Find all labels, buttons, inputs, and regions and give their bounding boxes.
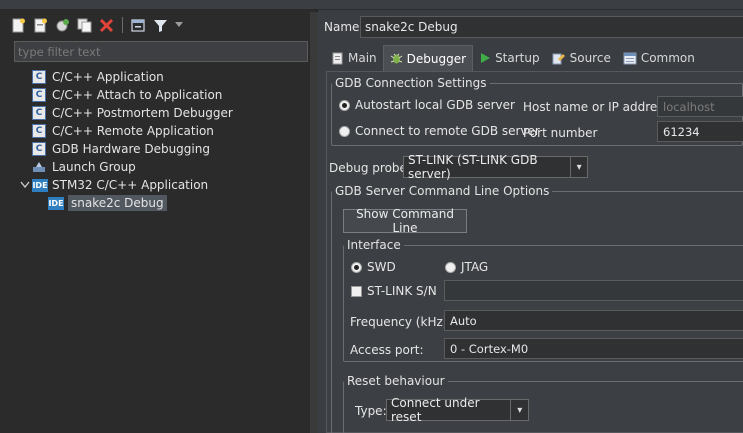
checkbox-indicator[interactable] [351,285,362,297]
group-legend: Reset behaviour [347,374,445,388]
collapse-all-icon[interactable] [130,17,147,34]
common-icon [623,52,637,64]
tree-item-label-selected: snake2c Debug [68,195,167,211]
tree-item-label: STM32 C/C++ Application [52,178,209,192]
checkbox-label: ST-LINK S/N [367,284,437,298]
chevron-down-icon[interactable]: ▾ [570,157,587,177]
tab-label: Main [348,51,377,65]
tree-item-cpp-attach[interactable]: C C/C++ Attach to Application [18,86,233,104]
group-legend: GDB Connection Settings [335,76,487,90]
launch-group-icon [32,160,46,174]
radio-indicator[interactable] [339,125,350,137]
new-prototype-icon[interactable] [32,17,49,34]
filter-icon[interactable] [152,17,169,34]
tree-item-label: C/C++ Remote Application [52,124,214,138]
tab-label: Common [640,51,695,65]
connect-remote-radio[interactable]: Connect to remote GDB server [339,124,540,138]
debugger-tab-content: GDB Connection Settings Autostart local … [326,71,743,433]
tree-item-label: C/C++ Application [52,70,164,84]
radio-label: JTAG [461,260,489,274]
duplicate-config-icon[interactable] [76,17,93,34]
frequency-field[interactable]: Auto [444,310,743,331]
reset-type-select[interactable]: Connect under reset ▾ [386,396,529,424]
radio-label: SWD [367,260,396,274]
source-icon [552,53,565,64]
filter-menu-chevron-icon[interactable] [174,17,184,34]
stlink-sn-field[interactable] [444,280,743,301]
radio-label: Connect to remote GDB server [355,124,540,138]
tree-item-cpp-remote[interactable]: C C/C++ Remote Application [18,122,233,140]
radio-indicator[interactable] [339,99,350,111]
delete-config-icon[interactable] [98,17,115,34]
left-pane-top-edge [0,0,318,10]
tab-label: Startup [495,51,540,65]
access-port-field[interactable]: 0 - Cortex-M0 [444,338,743,359]
group-legend: Interface [347,238,401,252]
toolbar-separator [122,17,123,33]
c-config-icon: C [32,142,46,156]
radio-indicator[interactable] [351,261,362,273]
frequency-label: Frequency (kHz): [350,315,452,329]
host-label: Host name or IP address [523,100,670,114]
export-config-icon[interactable] [54,17,71,34]
filter-input[interactable] [14,41,308,62]
tab-debugger[interactable]: Debugger [382,45,474,71]
chevron-down-icon[interactable]: ▾ [510,400,528,420]
launch-config-tree: C C/C++ Application C C/C++ Attach to Ap… [18,68,233,212]
show-command-line-button[interactable]: Show Command Line [343,207,467,235]
reset-type-label: Type: [355,404,387,418]
jtag-radio[interactable]: JTAG [445,260,488,274]
tree-item-label: C/C++ Attach to Application [52,88,223,102]
tab-label: Debugger [406,51,467,66]
ide-icon: IDE [48,196,64,210]
main-tab-icon [332,52,343,64]
chevron-down-icon[interactable] [18,176,32,194]
name-field[interactable] [360,16,743,38]
access-port-label: Access port: [350,343,424,357]
radio-label: Autostart local GDB server [355,98,515,112]
autostart-radio[interactable]: Autostart local GDB server [339,98,515,112]
host-field[interactable]: localhost [657,96,743,117]
launch-config-editor: Name: Main Debugger Startup Source Commo… [318,0,743,433]
debugger-bug-icon [390,53,402,64]
tree-item-snake2c-debug[interactable]: IDE snake2c Debug [18,194,233,212]
tree-item-label: GDB Hardware Debugging [52,142,210,156]
right-pane-top-edge [318,0,743,10]
tab-label: Source [569,51,611,65]
startup-play-icon [481,53,491,63]
combo-value: Connect under reset [391,396,480,424]
tree-item-gdb-hardware[interactable]: C GDB Hardware Debugging [18,140,233,158]
ide-icon: IDE [32,178,48,192]
radio-indicator[interactable] [445,261,456,273]
debug-probe-select[interactable]: ST-LINK (ST-LINK GDB server) ▾ [403,153,588,181]
tree-item-cpp-postmortem[interactable]: C C/C++ Postmortem Debugger [18,104,233,122]
combo-value: ST-LINK (ST-LINK GDB server) [408,153,538,181]
tab-main[interactable]: Main [326,45,383,71]
tree-item-launch-group[interactable]: Launch Group [18,158,233,176]
left-pane-scrollbar[interactable] [310,12,318,433]
tree-item-label: Launch Group [52,160,136,174]
config-tabs: Main Debugger Startup Source Common [326,45,701,71]
c-config-icon: C [32,70,46,84]
c-config-icon: C [32,88,46,102]
new-config-icon[interactable] [10,17,27,34]
tab-source[interactable]: Source [546,45,617,71]
port-label: Port number [523,126,598,140]
tree-item-label: C/C++ Postmortem Debugger [52,106,233,120]
port-field[interactable]: 61234 [657,121,743,142]
tree-item-cpp-application[interactable]: C C/C++ Application [18,68,233,86]
swd-radio[interactable]: SWD [351,260,396,274]
debug-probe-label: Debug probe [329,161,407,175]
tab-common[interactable]: Common [617,45,701,71]
stlink-sn-checkbox[interactable]: ST-LINK S/N [351,284,437,298]
tab-startup[interactable]: Startup [473,45,546,71]
c-config-icon: C [32,106,46,120]
group-legend: GDB Server Command Line Options [335,184,550,198]
c-config-icon: C [32,124,46,138]
tree-item-stm32-application[interactable]: IDE STM32 C/C++ Application [18,176,233,194]
launch-config-list-pane: C C/C++ Application C C/C++ Attach to Ap… [0,0,318,433]
launch-config-toolbar [10,14,184,36]
name-label: Name: [324,20,364,34]
